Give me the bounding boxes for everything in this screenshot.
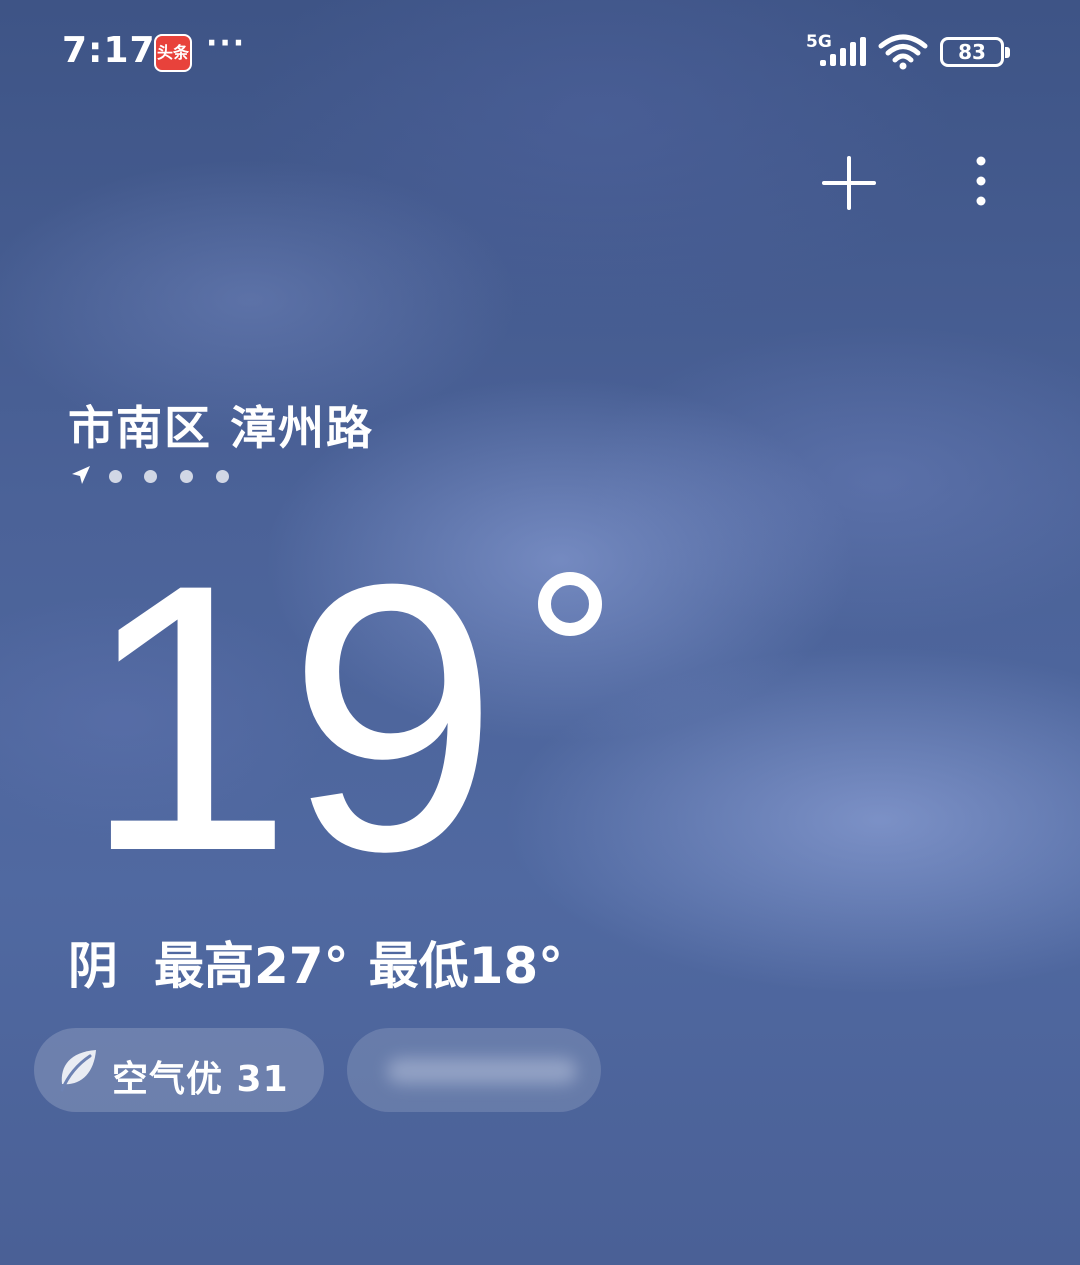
page-dot <box>109 470 122 483</box>
location-arrow-icon <box>72 466 90 484</box>
high-temperature: 最高27° <box>154 937 349 995</box>
location-title[interactable]: 市南区 漳州路 <box>68 392 374 458</box>
add-city-button[interactable] <box>820 154 878 212</box>
current-temperature: 19 <box>82 505 499 930</box>
condition-summary: 阴最高27° 最低18° <box>68 926 599 998</box>
air-quality-label: 空气优 31 <box>112 1059 289 1100</box>
more-menu-button[interactable] <box>960 154 1002 212</box>
air-quality-pill[interactable]: 空气优 31 <box>34 1028 324 1112</box>
cell-signal-icon <box>820 37 866 66</box>
battery-icon: 83 <box>940 37 1010 67</box>
degree-symbol <box>538 572 602 636</box>
leaf-icon <box>60 1050 96 1092</box>
status-time: 7:17 <box>62 30 156 71</box>
battery-level: 83 <box>958 40 986 64</box>
status-bar: 7:17 头条 ··· 5G 83 <box>0 0 1080 100</box>
page-dot <box>216 470 229 483</box>
page-dot <box>180 470 193 483</box>
low-temperature: 最低18° <box>368 937 564 995</box>
page-dot <box>144 470 157 483</box>
blurred-content <box>387 1058 577 1084</box>
more-notifications-icon: ··· <box>206 26 247 61</box>
wifi-icon <box>878 34 928 70</box>
news-app-notification-icon: 头条 <box>154 34 192 72</box>
weather-condition: 阴 <box>68 937 118 995</box>
obscured-info-pill[interactable] <box>347 1028 601 1112</box>
